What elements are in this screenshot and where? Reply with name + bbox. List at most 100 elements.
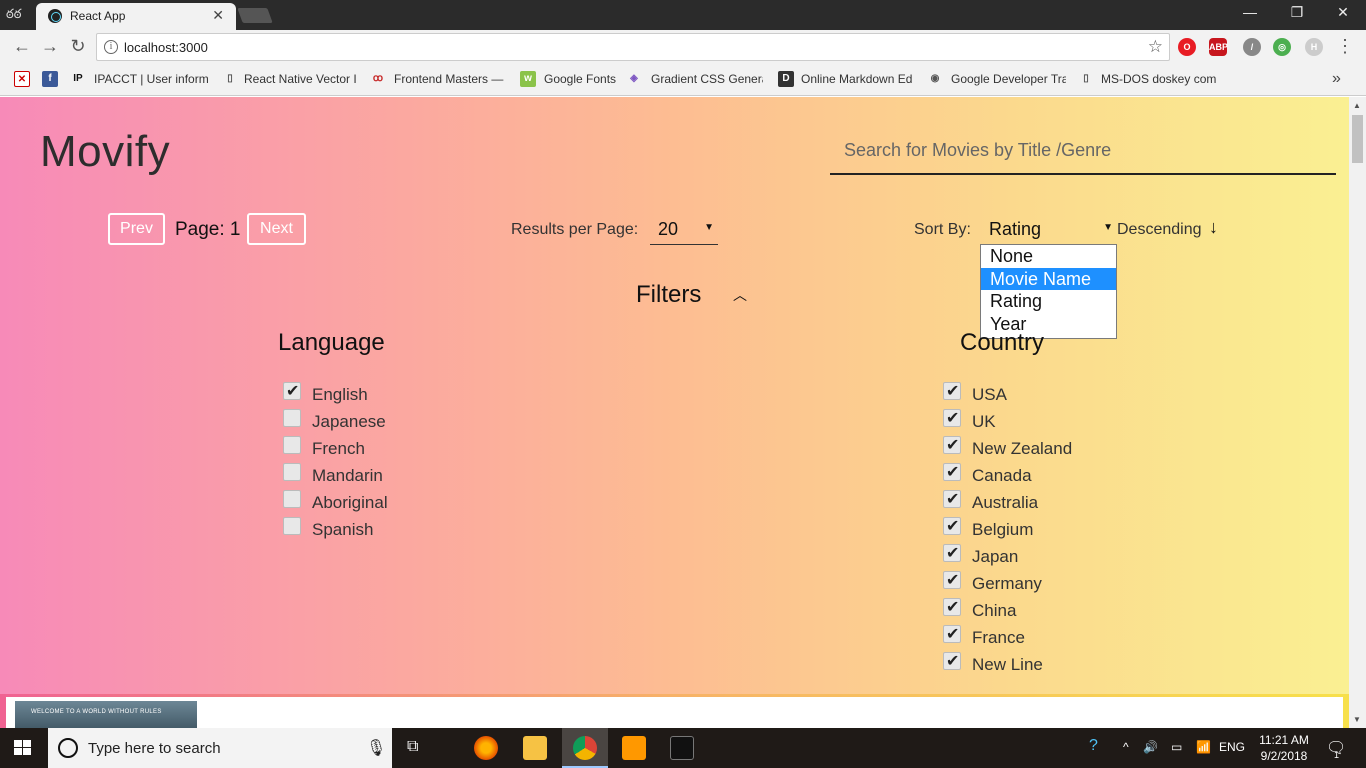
taskbar-search-box[interactable]: Type here to search 🎙 (48, 728, 392, 768)
bookmark-star-icon[interactable]: ☆ (1148, 37, 1163, 57)
scrollbar-thumb[interactable] (1352, 115, 1363, 163)
chevron-up-tray-icon[interactable]: ^ (1123, 740, 1129, 754)
browser-toolbar: ← → ↻ i localhost:3000 ☆ O ABP / ◎ H ⋮ (0, 30, 1366, 64)
checkbox-unchecked[interactable] (283, 409, 301, 427)
checkbox-checked[interactable] (943, 489, 961, 509)
microphone-icon[interactable]: 🎙 (366, 738, 386, 758)
volume-icon[interactable]: 🔊 (1143, 740, 1158, 754)
bookmarks-more-icon[interactable]: » (1332, 70, 1341, 88)
notification-count: 1 (1334, 750, 1340, 760)
windows-start-icon[interactable] (14, 740, 32, 756)
tab-close-icon[interactable]: ✕ (212, 7, 224, 24)
url-text[interactable]: localhost:3000 (124, 40, 208, 55)
filter-option-label: Germany (972, 574, 1042, 593)
bookmarks-bar: ✕ f IP IPACCT | User informa ▯ React Nat… (0, 64, 1366, 96)
info-icon[interactable]: i (104, 40, 118, 54)
sublime-text-icon[interactable] (622, 736, 646, 760)
chevron-up-icon[interactable]: ︿ (733, 285, 747, 305)
checkbox-unchecked[interactable] (283, 490, 301, 508)
checkbox-checked[interactable] (283, 381, 301, 401)
scroll-up-icon[interactable]: ▲ (1353, 101, 1361, 110)
browser-tab[interactable]: React App ✕ (36, 3, 236, 30)
bookmark-msdos[interactable]: MS-DOS doskey com (1101, 72, 1216, 86)
next-button[interactable]: Next (247, 213, 306, 245)
filters-title[interactable]: Filters (636, 281, 701, 309)
green-extension-icon[interactable]: ◎ (1273, 38, 1291, 56)
back-icon[interactable]: ← (12, 36, 32, 56)
restore-icon[interactable]: ❐ (1287, 4, 1307, 21)
chrome-menu-icon[interactable]: ⋮ (1336, 36, 1354, 57)
bookmark-markdown[interactable]: Online Markdown Edi (801, 72, 913, 86)
d-icon: D (778, 71, 794, 87)
page-scrollbar[interactable]: ▲ ▼ (1349, 97, 1366, 728)
gradient-icon: ◈ (630, 73, 638, 84)
sort-option-movie-name[interactable]: Movie Name (981, 267, 1116, 290)
bookmark-frontend-masters[interactable]: Frontend Masters — (394, 72, 506, 86)
checkbox-checked[interactable] (943, 597, 961, 617)
search-input[interactable] (830, 127, 1336, 175)
battery-icon[interactable]: ▭ (1171, 740, 1182, 754)
arrow-down-icon[interactable]: ↓ (1209, 217, 1218, 238)
prev-button[interactable]: Prev (108, 213, 165, 245)
bookmark-google-fonts[interactable]: Google Fonts (544, 72, 624, 86)
pdf-icon[interactable]: ✕ (14, 71, 30, 87)
checkbox-checked[interactable] (943, 435, 961, 455)
help-icon[interactable]: ? (1089, 737, 1098, 755)
sort-option-rating[interactable]: Rating (981, 290, 1116, 313)
eyedropper-extension-icon[interactable]: / (1243, 38, 1261, 56)
filter-option-label: New Line (972, 655, 1043, 674)
filter-option-label: Canada (972, 466, 1032, 485)
results-per-page-label: Results per Page: (511, 221, 639, 238)
checkbox-checked[interactable] (943, 624, 961, 644)
bookmark-react-native[interactable]: React Native Vector Ic (244, 72, 356, 86)
h-extension-icon[interactable]: H (1305, 38, 1323, 56)
sort-option-none[interactable]: None (981, 245, 1116, 268)
results-per-page-select[interactable]: 20 ▼ (650, 215, 718, 245)
bookmark-ipacct[interactable]: IPACCT | User informa (94, 72, 208, 86)
taskbar-clock[interactable]: 11:21 AM 9/2/2018 (1252, 732, 1316, 764)
opera-extension-icon[interactable]: O (1178, 38, 1196, 56)
checkbox-checked[interactable] (943, 543, 961, 563)
reload-icon[interactable]: ↻ (68, 36, 88, 56)
facebook-icon[interactable]: f (42, 71, 58, 87)
checkbox-unchecked[interactable] (283, 436, 301, 454)
sort-by-select[interactable]: Rating ▼ (981, 215, 1117, 243)
adblock-extension-icon[interactable]: ABP (1209, 38, 1228, 56)
chrome-icon[interactable] (573, 736, 597, 760)
scroll-down-icon[interactable]: ▼ (1353, 715, 1361, 724)
file-explorer-icon[interactable] (523, 736, 547, 760)
forward-icon[interactable]: → (40, 36, 60, 56)
checkbox-checked[interactable] (943, 462, 961, 482)
country-title: Country (960, 329, 1045, 356)
tab-strip: ఠఠ React App ✕ — ❐ ✕ (0, 0, 1366, 30)
address-bar[interactable]: i localhost:3000 ☆ (96, 33, 1170, 61)
page-icon: ▯ (227, 73, 233, 84)
minimize-icon[interactable]: — (1240, 4, 1260, 20)
checkbox-checked[interactable] (943, 651, 961, 671)
sort-direction-toggle[interactable]: Descending (1117, 221, 1202, 239)
filter-option-label: New Zealand (972, 439, 1073, 458)
bookmark-gradient[interactable]: Gradient CSS Generat (651, 72, 763, 86)
checkbox-checked[interactable] (943, 516, 961, 536)
checkbox-unchecked[interactable] (283, 463, 301, 481)
movie-poster[interactable]: WELCOME TO A WORLD WITHOUT RULES (15, 701, 197, 728)
checkbox-unchecked[interactable] (283, 517, 301, 535)
windows-taskbar: Type here to search 🎙 ⧉ ? ^ 🔊 ▭ 📶 ENG 11… (0, 728, 1366, 768)
language-indicator[interactable]: ENG (1219, 740, 1245, 754)
movie-card[interactable]: WELCOME TO A WORLD WITHOUT RULES (6, 697, 1343, 728)
window-close-icon[interactable]: ✕ (1333, 4, 1353, 21)
terminal-icon[interactable] (670, 736, 694, 760)
task-view-icon[interactable]: ⧉ (407, 738, 418, 756)
firefox-icon[interactable] (474, 736, 498, 760)
filter-option-label: French (312, 439, 365, 458)
incognito-icon: ఠఠ (6, 6, 22, 21)
clock-date: 9/2/2018 (1260, 749, 1308, 763)
checkbox-checked[interactable] (943, 408, 961, 428)
checkbox-checked[interactable] (943, 570, 961, 590)
new-tab-button[interactable] (237, 8, 273, 23)
filter-option-label: France (972, 628, 1025, 647)
bookmark-google-dev[interactable]: Google Developer Tra (951, 72, 1066, 86)
page-icon: ▯ (1083, 73, 1089, 84)
wifi-icon[interactable]: 📶 (1196, 740, 1211, 754)
checkbox-checked[interactable] (943, 381, 961, 401)
